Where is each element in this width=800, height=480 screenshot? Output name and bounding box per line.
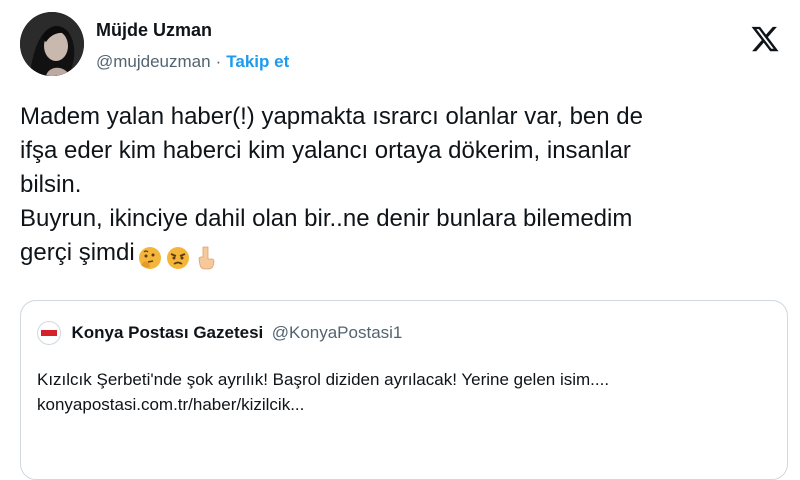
tweet-header: Müjde Uzman @mujdeuzman · Takip et [20, 12, 780, 82]
quoted-tweet-body: Kızılcık Şerbeti'nde şok ayrılık! Başrol… [37, 367, 609, 417]
tweet-text-line: bilsin. [20, 171, 82, 198]
separator-dot: · [215, 52, 222, 71]
tweet-text-line: Madem yalan haber(!) yapmakta ısrarcı ol… [20, 103, 643, 130]
tweet-text-line: ifşa eder kim haberci kim yalancı ortaya… [20, 137, 631, 164]
backhand-index-pointing-down-icon [193, 245, 219, 271]
tweet-last-line: gerçi şimdi [20, 236, 790, 274]
author-subline: @mujdeuzman · Takip et [96, 52, 289, 72]
tweet-text-line: Buyrun, ikinciye dahil olan bir..ne deni… [20, 205, 633, 232]
x-logo-icon[interactable] [750, 24, 780, 54]
quoted-account-handle[interactable]: @KonyaPostasi1 [272, 323, 403, 342]
quoted-account-name[interactable]: Konya Postası Gazetesi [71, 323, 263, 342]
quoted-tweet-header: Konya Postası Gazetesi @KonyaPostasi1 [37, 321, 402, 345]
author-name[interactable]: Müjde Uzman [96, 20, 212, 41]
tweet-text-line: gerçi şimdi [20, 239, 135, 266]
quoted-tweet-card[interactable]: Konya Postası Gazetesi @KonyaPostasi1 Kı… [20, 300, 788, 480]
quoted-tweet-text: Kızılcık Şerbeti'nde şok ayrılık! Başrol… [37, 370, 610, 389]
quoted-account-avatar[interactable] [37, 321, 61, 345]
tweet-body: Madem yalan haber(!) yapmakta ısrarcı ol… [20, 100, 790, 274]
author-avatar[interactable] [20, 12, 84, 76]
quoted-tweet-link[interactable]: konyapostasi.com.tr/haber/kizilcik... [37, 392, 609, 417]
emoji-group [135, 240, 219, 274]
thinking-face-emoji-icon [137, 245, 163, 271]
author-handle[interactable]: @mujdeuzman [96, 52, 211, 71]
follow-button[interactable]: Takip et [226, 52, 289, 71]
angry-face-emoji-icon [165, 245, 191, 271]
